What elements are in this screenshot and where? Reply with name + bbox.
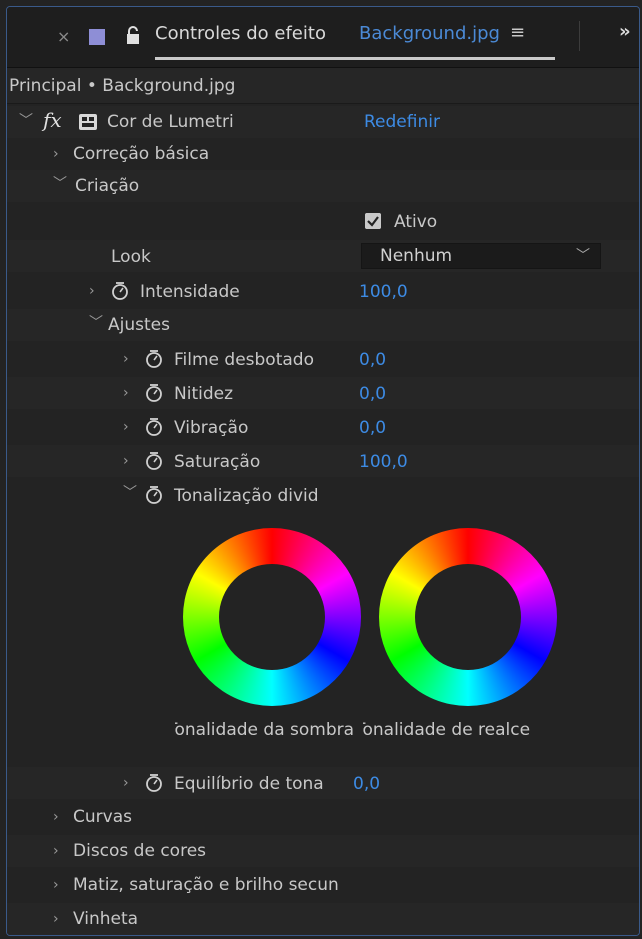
stopwatch-icon[interactable] xyxy=(111,281,129,301)
highlight-tint-label-clip: Tonalidade de realce xyxy=(363,719,573,743)
chevron-down-icon[interactable]: ﹀ xyxy=(53,173,67,195)
breadcrumb: Principal • Background.jpg xyxy=(7,68,639,104)
adjustments-label: Ajustes xyxy=(108,315,170,335)
panel-tab-bar: × Controles do efeito Background.jpg ≡ » xyxy=(7,7,639,68)
effect-controls-panel: × Controles do efeito Background.jpg ≡ »… xyxy=(6,6,640,936)
close-tab-icon[interactable]: × xyxy=(57,27,70,46)
intensity-value[interactable]: 100,0 xyxy=(359,281,408,303)
param-row-vibrance: › Vibração 0,0 xyxy=(7,411,639,443)
wheel-center xyxy=(219,564,325,670)
highlight-tint-label: Tonalidade de realce xyxy=(363,720,531,740)
param-value[interactable]: 0,0 xyxy=(359,349,386,371)
tint-balance-value[interactable]: 0,0 xyxy=(353,773,380,795)
chevron-right-icon[interactable]: › xyxy=(123,382,129,404)
tint-balance-row: › Equilíbrio de tona 0,0 xyxy=(7,767,639,799)
effect-preset-icon xyxy=(79,114,97,130)
stopwatch-icon[interactable] xyxy=(145,383,163,403)
section-label: Criação xyxy=(75,176,140,196)
section-label: Correção básica xyxy=(73,144,210,164)
section-color-wheels[interactable]: › Discos de cores xyxy=(7,835,639,867)
section-label: Vinheta xyxy=(73,909,139,929)
section-creative[interactable]: ﹀ Criação xyxy=(7,170,639,202)
intensity-row: › Intensidade 100,0 xyxy=(7,275,639,307)
param-label: Filme desbotado xyxy=(174,350,314,370)
lock-icon[interactable] xyxy=(125,25,141,45)
label-color-swatch-icon[interactable] xyxy=(89,29,105,45)
stopwatch-icon[interactable] xyxy=(145,773,163,793)
look-row: Look Nenhum ﹀ xyxy=(7,240,639,272)
chevron-right-icon[interactable]: › xyxy=(53,840,59,862)
stopwatch-icon[interactable] xyxy=(145,417,163,437)
chevron-right-icon[interactable]: › xyxy=(53,908,59,930)
chevron-right-icon[interactable]: › xyxy=(123,416,129,438)
adjustments-row[interactable]: ﹀ Ajustes xyxy=(7,309,639,341)
param-label: Nitidez xyxy=(174,384,234,404)
active-checkbox[interactable] xyxy=(365,213,381,229)
section-label: Discos de cores xyxy=(73,841,207,861)
stopwatch-icon[interactable] xyxy=(145,485,163,505)
split-toning-row[interactable]: ﹀ Tonalização divid xyxy=(7,479,639,511)
panel-title[interactable]: Controles do efeito xyxy=(155,23,326,44)
active-label: Ativo xyxy=(394,212,438,232)
param-row-sharpen: › Nitidez 0,0 xyxy=(7,377,639,409)
look-value: Nenhum xyxy=(380,246,453,266)
chevron-right-icon[interactable]: › xyxy=(123,348,129,370)
stopwatch-icon[interactable] xyxy=(145,451,163,471)
section-label: Curvas xyxy=(73,807,132,827)
reset-button[interactable]: Redefinir xyxy=(364,111,440,133)
section-label: Matiz, saturação e brilho secun xyxy=(73,875,339,895)
shadow-tint-label-clip: Tonalidade da sombra xyxy=(175,719,371,743)
section-basic-correction[interactable]: › Correção básica xyxy=(7,138,639,170)
param-value[interactable]: 100,0 xyxy=(359,451,408,473)
fx-icon[interactable]: fx xyxy=(43,108,62,132)
chevron-down-icon: ﹀ xyxy=(576,248,590,264)
chevron-down-icon[interactable]: ﹀ xyxy=(19,110,33,132)
look-dropdown[interactable]: Nenhum ﹀ xyxy=(361,243,601,269)
active-row: Ativo xyxy=(7,205,639,237)
intensity-label: Intensidade xyxy=(140,282,240,302)
chevron-down-icon[interactable]: ﹀ xyxy=(89,312,103,334)
wheel-center xyxy=(415,564,521,670)
stopwatch-icon[interactable] xyxy=(145,349,163,369)
panel-menu-icon[interactable]: ≡ xyxy=(510,22,525,43)
shadow-tint-label: Tonalidade da sombra xyxy=(175,720,355,740)
effect-row-lumetri[interactable]: ﹀ fx Cor de Lumetri Redefinir xyxy=(7,106,639,138)
section-curves[interactable]: › Curvas xyxy=(7,801,639,833)
chevron-right-icon[interactable]: › xyxy=(123,450,129,472)
chevron-right-icon[interactable]: › xyxy=(53,874,59,896)
param-value[interactable]: 0,0 xyxy=(359,417,386,439)
section-vignette[interactable]: › Vinheta xyxy=(7,903,639,935)
look-label: Look xyxy=(111,247,151,267)
chevron-right-icon[interactable]: › xyxy=(123,772,129,794)
param-row-saturation: › Saturação 100,0 xyxy=(7,445,639,477)
chevron-right-icon[interactable]: › xyxy=(53,806,59,828)
active-tab-indicator xyxy=(155,57,555,60)
chevron-right-icon[interactable]: › xyxy=(53,143,59,165)
param-label: Vibração xyxy=(174,418,249,438)
more-panels-icon[interactable]: » xyxy=(619,21,631,42)
split-toning-label: Tonalização divid xyxy=(174,486,319,506)
param-row-faded-film: › Filme desbotado 0,0 xyxy=(7,343,639,375)
tab-divider xyxy=(579,21,580,51)
section-hsl-secondary[interactable]: › Matiz, saturação e brilho secun xyxy=(7,869,639,901)
source-clip-link[interactable]: Background.jpg xyxy=(359,23,500,44)
chevron-down-icon[interactable]: ﹀ xyxy=(123,482,137,504)
chevron-right-icon[interactable]: › xyxy=(89,280,95,302)
param-value[interactable]: 0,0 xyxy=(359,383,386,405)
highlight-tint-wheel[interactable] xyxy=(379,528,557,706)
param-label: Saturação xyxy=(174,452,261,472)
tint-balance-label: Equilíbrio de tona xyxy=(174,774,324,794)
effect-name: Cor de Lumetri xyxy=(107,112,234,132)
shadow-tint-wheel[interactable] xyxy=(183,528,361,706)
